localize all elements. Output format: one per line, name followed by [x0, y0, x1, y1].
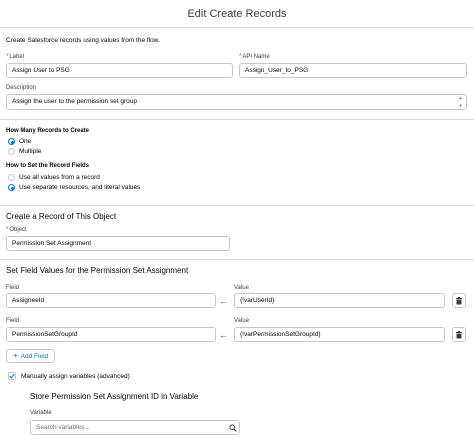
- required-marker: *: [239, 54, 242, 60]
- required-marker: *: [6, 54, 9, 60]
- field-label: Field: [6, 318, 20, 324]
- value-input[interactable]: {!varUserId}: [234, 293, 445, 308]
- modal-title: Edit Create Records: [187, 7, 287, 20]
- api-name-field-label: *API Name: [239, 54, 270, 60]
- description-textarea[interactable]: Assign the user to the permission set gr…: [6, 94, 467, 110]
- section-divider: [0, 205, 474, 206]
- radio-unselected-icon[interactable]: [8, 148, 15, 155]
- field-input[interactable]: AssigneeId: [6, 293, 216, 308]
- how-many-label: How Many Records to Create: [6, 128, 90, 134]
- radio-use-separate[interactable]: Use separate resources, and literal valu…: [8, 184, 140, 191]
- value-input[interactable]: {!varPermissionSetGroupId}: [234, 327, 445, 342]
- description-value: Assign the user to the permission set gr…: [12, 98, 138, 105]
- description-label: Description: [6, 85, 37, 91]
- label-field-label: *Label: [6, 54, 25, 60]
- object-field-label: *Object: [6, 227, 27, 233]
- section-divider: [0, 119, 474, 120]
- variable-label: Variable: [30, 410, 52, 416]
- checkbox[interactable]: [8, 372, 16, 380]
- manual-assign-checkbox[interactable]: Manually assign variables (advanced): [8, 372, 130, 380]
- store-heading: Store Permission Set Assignment ID in Va…: [30, 392, 199, 401]
- radio-use-record[interactable]: Use all values from a record: [8, 174, 100, 181]
- scroll-down-icon: ▼: [458, 103, 463, 108]
- radio-selected-icon[interactable]: [8, 184, 15, 191]
- field-input[interactable]: PermissionSetGroupId: [6, 327, 216, 342]
- check-icon: [9, 373, 15, 379]
- radio-multiple[interactable]: Multiple: [8, 148, 41, 155]
- object-input[interactable]: Permission Set Assignment: [6, 236, 230, 251]
- value-label: Value: [234, 285, 249, 291]
- delete-row-button[interactable]: [452, 293, 466, 308]
- modal-header: Edit Create Records: [0, 0, 474, 28]
- api-name-input[interactable]: Assign_User_to_PSG: [239, 63, 467, 78]
- add-field-button[interactable]: + Add Field: [6, 349, 56, 363]
- scroll-up-icon: ▲: [458, 95, 463, 100]
- left-arrow-icon: ←: [219, 296, 228, 306]
- search-icon: [229, 424, 237, 432]
- how-to-set-label: How to Set the Record Fields: [6, 163, 90, 169]
- variable-placeholder: Search variables...: [36, 424, 90, 431]
- field-values-heading: Set Field Values for the Permission Set …: [6, 266, 189, 275]
- label-input[interactable]: Assign User to PSG: [6, 63, 233, 78]
- value-label: Value: [234, 318, 249, 324]
- radio-one[interactable]: One: [8, 138, 31, 145]
- variable-search-input[interactable]: Search variables...: [30, 420, 240, 435]
- required-marker: *: [6, 227, 9, 233]
- radio-unselected-icon[interactable]: [8, 174, 15, 181]
- trash-icon: [456, 330, 462, 338]
- radio-selected-icon[interactable]: [8, 138, 15, 145]
- left-arrow-icon: ←: [219, 330, 228, 340]
- delete-row-button[interactable]: [452, 327, 466, 342]
- create-record-heading: Create a Record of This Object: [6, 212, 117, 221]
- field-label: Field: [6, 285, 20, 291]
- trash-icon: [456, 296, 462, 304]
- section-divider: [0, 259, 474, 260]
- textarea-resize-handle[interactable]: ▲ ▼: [458, 96, 463, 108]
- plus-icon: +: [13, 351, 18, 360]
- intro-text: Create Salesforce records using values f…: [6, 37, 160, 44]
